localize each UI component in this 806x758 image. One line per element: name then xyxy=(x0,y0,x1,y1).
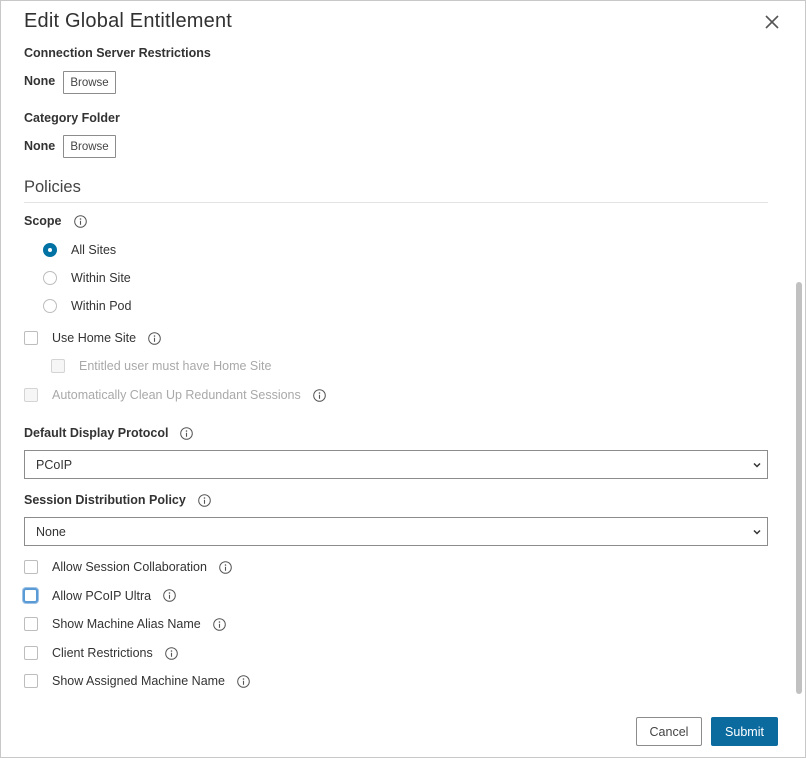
policies-heading: Policies xyxy=(24,178,81,196)
use-home-site-label: Use Home Site xyxy=(52,331,137,345)
allow-pcoip-ultra-label: Allow PCoIP Ultra xyxy=(52,588,152,603)
entitled-user-home-site-label: Entitled user must have Home Site xyxy=(79,359,272,373)
default-display-protocol-select[interactable]: PCoIP xyxy=(24,450,768,479)
connection-server-browse-button[interactable]: Browse xyxy=(63,71,116,94)
client-restrictions-label: Client Restrictions xyxy=(52,646,153,660)
category-folder-label: Category Folder xyxy=(24,111,120,125)
info-icon[interactable] xyxy=(73,214,87,228)
auto-cleanup-checkbox[interactable] xyxy=(24,388,38,402)
session-distribution-policy-select[interactable]: None xyxy=(24,517,768,546)
select-value: None xyxy=(36,524,66,539)
default-display-protocol-label-row: Default Display Protocol xyxy=(24,426,194,440)
dialog-title: Edit Global Entitlement xyxy=(24,10,233,32)
category-folder-browse-button[interactable]: Browse xyxy=(63,135,116,158)
show-machine-alias-name-checkbox[interactable] xyxy=(24,617,38,631)
info-icon[interactable] xyxy=(163,589,176,602)
client-restrictions-checkbox[interactable] xyxy=(24,646,38,660)
info-icon[interactable] xyxy=(164,646,178,660)
session-distribution-policy-label-row: Session Distribution Policy xyxy=(24,493,211,507)
radio-button[interactable] xyxy=(43,243,57,257)
show-machine-alias-name-label: Show Machine Alias Name xyxy=(52,617,201,631)
info-icon[interactable] xyxy=(180,426,194,440)
auto-cleanup-row[interactable]: Automatically Clean Up Redundant Session… xyxy=(24,388,326,402)
allow-pcoip-ultra-checkbox[interactable] xyxy=(23,588,38,603)
connection-server-value: None xyxy=(24,74,56,88)
radio-button[interactable] xyxy=(43,299,57,313)
use-home-site-checkbox[interactable] xyxy=(24,331,38,345)
info-icon[interactable] xyxy=(198,493,211,507)
show-assigned-machine-name-checkbox[interactable] xyxy=(24,674,38,688)
show-machine-alias-name-row[interactable]: Show Machine Alias Name xyxy=(24,617,226,631)
allow-pcoip-ultra-row[interactable]: Allow PCoIP Ultra xyxy=(23,588,176,603)
scope-label-row: Scope xyxy=(24,214,87,228)
scope-label: Scope xyxy=(24,214,62,228)
scope-option-within-site[interactable]: Within Site xyxy=(43,271,131,285)
scope-option-all-sites[interactable]: All Sites xyxy=(43,243,116,257)
info-icon[interactable] xyxy=(237,674,250,688)
info-icon[interactable] xyxy=(212,617,226,631)
close-button[interactable] xyxy=(761,11,783,33)
chevron-down-icon xyxy=(753,462,761,468)
chevron-down-icon xyxy=(753,529,761,535)
allow-session-collaboration-row[interactable]: Allow Session Collaboration xyxy=(24,560,232,574)
select-value: PCoIP xyxy=(36,457,73,472)
auto-cleanup-label: Automatically Clean Up Redundant Session… xyxy=(52,388,301,402)
radio-label: Within Pod xyxy=(71,299,132,313)
info-icon[interactable] xyxy=(148,331,161,345)
default-display-protocol-label: Default Display Protocol xyxy=(24,426,169,440)
show-assigned-machine-name-label: Show Assigned Machine Name xyxy=(52,674,226,688)
info-icon[interactable] xyxy=(219,560,232,574)
edit-global-entitlement-dialog: Edit Global Entitlement Connection Serve… xyxy=(0,0,806,758)
entitled-user-home-site-checkbox[interactable] xyxy=(51,359,65,373)
vertical-scrollbar[interactable] xyxy=(796,282,802,694)
entitled-user-home-site-row[interactable]: Entitled user must have Home Site xyxy=(51,359,271,373)
info-icon[interactable] xyxy=(312,388,326,402)
client-restrictions-row[interactable]: Client Restrictions xyxy=(24,646,178,660)
radio-label: All Sites xyxy=(71,243,117,257)
allow-session-collaboration-checkbox[interactable] xyxy=(24,560,38,574)
radio-label: Within Site xyxy=(71,271,131,285)
use-home-site-row[interactable]: Use Home Site xyxy=(24,331,161,345)
scope-option-within-pod[interactable]: Within Pod xyxy=(43,299,131,313)
session-distribution-policy-label: Session Distribution Policy xyxy=(24,493,186,507)
submit-button[interactable]: Submit xyxy=(711,717,778,746)
connection-server-restrictions-label: Connection Server Restrictions xyxy=(24,46,211,60)
close-icon xyxy=(765,15,779,29)
allow-session-collaboration-label: Allow Session Collaboration xyxy=(52,560,207,574)
policies-divider xyxy=(24,202,768,203)
category-folder-value: None xyxy=(24,139,56,153)
radio-button[interactable] xyxy=(43,271,57,285)
cancel-button[interactable]: Cancel xyxy=(636,717,702,746)
show-assigned-machine-name-row[interactable]: Show Assigned Machine Name xyxy=(24,674,250,688)
